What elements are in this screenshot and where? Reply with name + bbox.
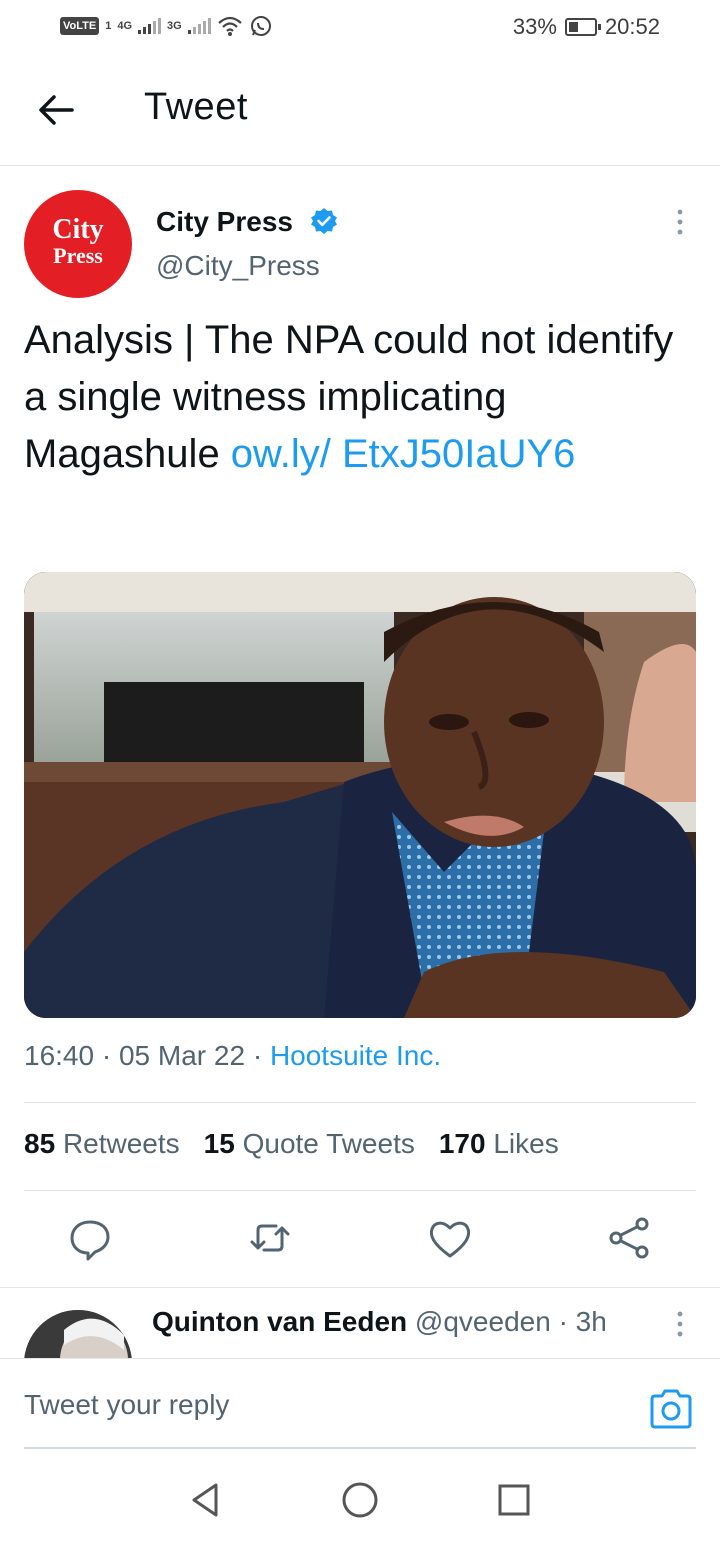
status-right: 33% 20:52: [513, 14, 660, 40]
reply-header: Quinton van Eeden @qveeden · 3h: [152, 1306, 607, 1338]
system-nav-bar: [0, 1450, 720, 1541]
back-button[interactable]: [34, 88, 78, 132]
tweet-meta: 16:40 · 05 Mar 22 · Hootsuite Inc.: [24, 1040, 441, 1072]
network-type-1: 4G: [117, 20, 133, 32]
battery-icon: [564, 18, 601, 36]
nav-home-button[interactable]: [340, 1480, 380, 1520]
volte-indicator: VoLTE: [60, 17, 100, 35]
reply-icon: [70, 1220, 110, 1261]
tweet-more-button[interactable]: [664, 206, 696, 238]
nav-back-button[interactable]: [186, 1480, 226, 1520]
reply-time: 3h: [575, 1306, 607, 1337]
more-vertical-icon: [677, 209, 683, 235]
meta-separator: ·: [252, 1040, 263, 1071]
photo-illustration: [24, 572, 696, 1018]
reply-tweet[interactable]: Quinton van Eeden @qveeden · 3h: [0, 1288, 720, 1358]
signal-bars-2-icon: [187, 18, 211, 34]
like-button[interactable]: [424, 1212, 476, 1264]
avatar-logo-line2: Press: [53, 243, 103, 268]
author-avatar[interactable]: City Press: [24, 190, 132, 298]
reply-button[interactable]: [64, 1212, 116, 1264]
likes-label: Likes: [493, 1128, 559, 1159]
page-title: Tweet: [144, 86, 248, 128]
battery-fill: [568, 22, 579, 32]
retweet-button[interactable]: [244, 1212, 296, 1264]
reply-avatar[interactable]: [24, 1310, 132, 1358]
share-button[interactable]: [604, 1212, 656, 1264]
reply-composer: Tweet your reply: [0, 1358, 720, 1450]
whatsapp-icon: [250, 16, 271, 36]
likes-stat[interactable]: 170 Likes: [439, 1128, 559, 1160]
retweets-count: 85: [24, 1128, 56, 1159]
retweets-label: Retweets: [62, 1128, 180, 1159]
tweet-stats: 85 Retweets 15 Quote Tweets 170 Likes: [24, 1128, 559, 1160]
sim1-label: 1: [105, 20, 112, 32]
nav-home-circle-icon: [342, 1482, 378, 1518]
retweets-stat[interactable]: 85 Retweets: [24, 1128, 180, 1160]
share-icon: [609, 1217, 649, 1259]
author-name[interactable]: City Press: [156, 206, 293, 238]
reply-author-name[interactable]: Quinton van Eeden: [152, 1306, 407, 1337]
verified-badge-icon: [311, 208, 337, 234]
more-vertical-icon: [677, 1311, 683, 1337]
meta-separator: ·: [101, 1040, 112, 1071]
reply-input-underline: [24, 1447, 696, 1449]
reply-separator: ·: [558, 1306, 568, 1337]
battery-percent: 33%: [512, 14, 557, 39]
camera-icon: [650, 1389, 692, 1429]
arrow-left-icon: [39, 95, 74, 125]
tweet-source-link[interactable]: Hootsuite Inc.: [270, 1040, 441, 1071]
top-app-bar: Tweet: [0, 56, 720, 166]
reply-avatar-photo: [24, 1310, 132, 1358]
quotes-stat[interactable]: 15 Quote Tweets: [204, 1128, 415, 1160]
nav-recents-button[interactable]: [494, 1480, 534, 1520]
author-handle[interactable]: @City_Press: [156, 250, 320, 282]
quotes-count: 15: [203, 1128, 235, 1159]
nav-recents-square-icon: [498, 1484, 530, 1516]
tweet-link[interactable]: ow.ly/ EtxJ50IaUY6: [231, 432, 576, 476]
retweet-icon: [250, 1224, 290, 1252]
camera-button[interactable]: [648, 1387, 694, 1431]
wifi-icon: [217, 16, 242, 36]
like-heart-icon: [429, 1221, 471, 1258]
tweet-time: 16:40: [24, 1040, 95, 1071]
tweet-image[interactable]: [24, 572, 696, 1018]
signal-bars-1-icon: [138, 18, 162, 34]
reply-more-button[interactable]: [664, 1308, 696, 1340]
reply-handle[interactable]: @qveeden: [415, 1306, 551, 1337]
tweet-text: Analysis | The NPA could not identify a …: [24, 312, 694, 483]
clock: 20:52: [604, 14, 660, 39]
likes-count: 170: [438, 1128, 486, 1159]
quotes-label: Quote Tweets: [242, 1128, 415, 1159]
tweet-actions: [0, 1212, 720, 1268]
reply-input[interactable]: Tweet your reply: [24, 1389, 229, 1421]
nav-back-triangle-icon: [192, 1483, 218, 1517]
network-type-2: 3G: [167, 20, 182, 32]
divider: [24, 1102, 696, 1103]
tweet-date: 05 Mar 22: [118, 1040, 246, 1071]
status-indicators: VoLTE 1 4G 3G: [60, 14, 273, 38]
status-bar: VoLTE 1 4G 3G 33% 20:52: [0, 0, 720, 56]
avatar-logo-line1: City: [52, 214, 104, 245]
divider: [24, 1190, 696, 1191]
